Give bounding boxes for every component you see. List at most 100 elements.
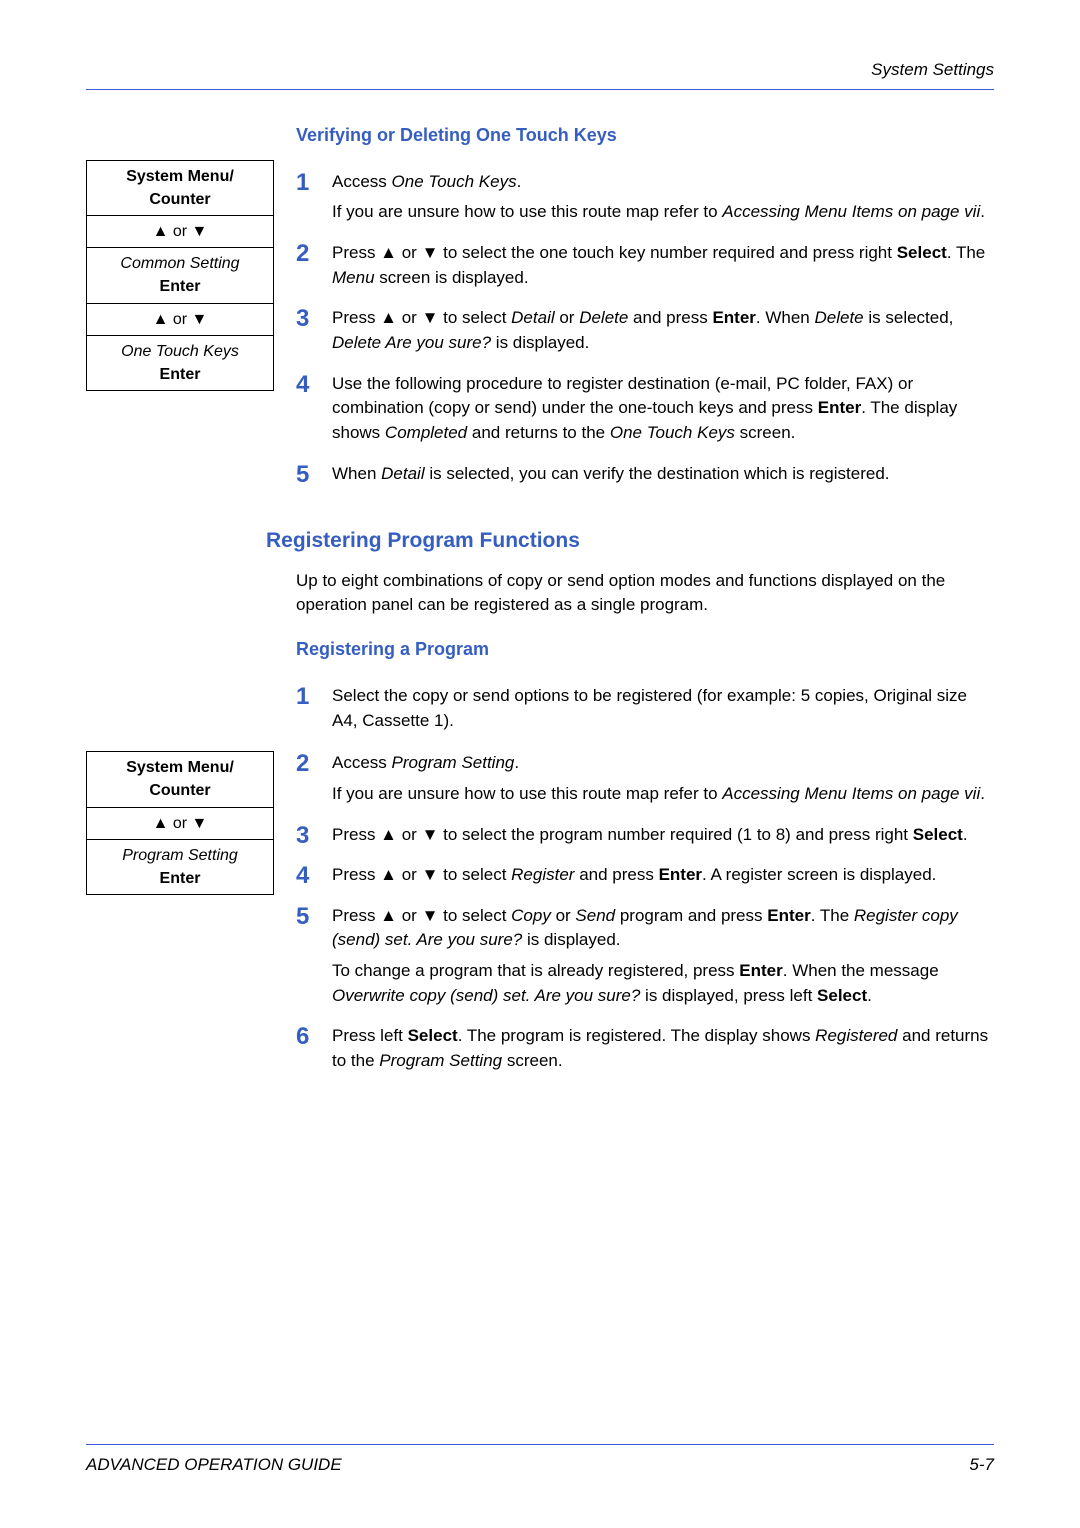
section2-row1: 1 Select the copy or send options to be … xyxy=(86,674,994,747)
routemap2-line1b: Counter xyxy=(149,782,210,799)
step-number: 2 xyxy=(296,241,314,267)
step-number: 6 xyxy=(296,1024,314,1050)
step-number: 3 xyxy=(296,306,314,332)
text: is selected, you can verify the destinat… xyxy=(425,464,890,483)
s2-step1: 1 Select the copy or send options to be … xyxy=(296,684,994,739)
text-italic: Overwrite copy (send) set. Are you sure? xyxy=(332,986,640,1005)
text-italic: One Touch Keys xyxy=(392,172,517,191)
text: . A register screen is displayed. xyxy=(702,865,936,884)
text: program and press xyxy=(615,906,767,925)
section2-intro: Up to eight combinations of copy or send… xyxy=(296,569,994,618)
text-italic: Menu xyxy=(332,268,375,287)
text: is selected, xyxy=(864,308,954,327)
section2-steps: 2 Access Program Setting. If you are uns… xyxy=(296,751,994,1087)
section2-subtitle: Registering a Program xyxy=(296,636,994,662)
text-italic: Delete xyxy=(579,308,628,327)
text-italic: Send xyxy=(575,906,615,925)
text-italic: Program Setting xyxy=(392,753,515,772)
text: and press xyxy=(628,308,712,327)
text-bold: Enter xyxy=(712,308,755,327)
text-bold: Select xyxy=(897,243,947,262)
routemap1-line1a: System Menu/ xyxy=(126,168,234,185)
step-number: 1 xyxy=(296,684,314,710)
s2-step6: 6 Press left Select. The program is regi… xyxy=(296,1024,994,1079)
s1-step1: 1 Access One Touch Keys. If you are unsu… xyxy=(296,170,994,231)
routemap-1: System Menu/ Counter ▲ or ▼ Common Setti… xyxy=(86,160,274,392)
text-italic: One Touch Keys xyxy=(610,423,735,442)
text-italic: Completed xyxy=(385,423,467,442)
page-footer: ADVANCED OPERATION GUIDE 5-7 xyxy=(86,1444,994,1478)
text-italic: Detail xyxy=(381,464,424,483)
s2-step5: 5 Press ▲ or ▼ to select Copy or Send pr… xyxy=(296,904,994,1015)
text: Press ▲ or ▼ to select xyxy=(332,906,511,925)
routemap2-line3b: Enter xyxy=(160,870,201,887)
step-number: 4 xyxy=(296,863,314,889)
text: . When the message xyxy=(783,961,939,980)
text: . xyxy=(517,172,522,191)
text: screen. xyxy=(735,423,795,442)
text: . xyxy=(980,784,985,803)
s1-step3: 3 Press ▲ or ▼ to select Detail or Delet… xyxy=(296,306,994,361)
routemap1-cell2: ▲ or ▼ xyxy=(87,215,273,247)
header-rule xyxy=(86,89,994,90)
routemap1-line1b: Counter xyxy=(149,191,210,208)
text: and press xyxy=(574,865,658,884)
text-italic: Accessing Menu Items on page vii xyxy=(722,202,980,221)
text: If you are unsure how to use this route … xyxy=(332,784,722,803)
text-bold: Enter xyxy=(739,961,782,980)
text: or xyxy=(551,906,576,925)
text-italic: Copy xyxy=(511,906,551,925)
text: . xyxy=(867,986,872,1005)
page-content: Verifying or Deleting One Touch Keys Sys… xyxy=(86,122,994,1088)
text: If you are unsure how to use this route … xyxy=(332,202,722,221)
routemap2-cell2: ▲ or ▼ xyxy=(87,807,273,839)
routemap1-cell5: One Touch Keys Enter xyxy=(87,335,273,390)
text: screen. xyxy=(502,1051,562,1070)
step-number: 3 xyxy=(296,823,314,849)
section1-row: System Menu/ Counter ▲ or ▼ Common Setti… xyxy=(86,160,994,500)
text: When xyxy=(332,464,381,483)
text-bold: Enter xyxy=(818,398,861,417)
text-bold: Enter xyxy=(659,865,702,884)
routemap-2: System Menu/ Counter ▲ or ▼ Program Sett… xyxy=(86,751,274,895)
section2-title: Registering Program Functions xyxy=(266,526,994,556)
text: Access xyxy=(332,753,392,772)
section1-title: Verifying or Deleting One Touch Keys xyxy=(296,122,994,148)
routemap1-line5b: Enter xyxy=(160,366,201,383)
routemap1-line3a: Common Setting xyxy=(120,255,239,272)
text: . xyxy=(514,753,519,772)
step-number: 1 xyxy=(296,170,314,196)
step-number: 2 xyxy=(296,751,314,777)
routemap2-line3a: Program Setting xyxy=(122,847,238,864)
text-bold: Select xyxy=(408,1026,458,1045)
routemap1-line3b: Enter xyxy=(160,278,201,295)
text: screen is displayed. xyxy=(375,268,529,287)
s1-step5: 5 When Detail is selected, you can verif… xyxy=(296,462,994,493)
footer-left: ADVANCED OPERATION GUIDE xyxy=(86,1453,342,1478)
text-italic: Registered xyxy=(815,1026,897,1045)
text: Press left xyxy=(332,1026,408,1045)
text: Press ▲ or ▼ to select the program numbe… xyxy=(332,825,913,844)
text: . The xyxy=(811,906,854,925)
text: is displayed. xyxy=(522,930,620,949)
step-number: 4 xyxy=(296,372,314,398)
text: . xyxy=(963,825,968,844)
text-italic: Program Setting xyxy=(379,1051,502,1070)
s2-step4: 4 Press ▲ or ▼ to select Register and pr… xyxy=(296,863,994,894)
text: To change a program that is already regi… xyxy=(332,961,739,980)
routemap1-cell4: ▲ or ▼ xyxy=(87,303,273,335)
text-italic: Delete xyxy=(815,308,864,327)
text: . The xyxy=(947,243,985,262)
text: Press ▲ or ▼ to select the one touch key… xyxy=(332,243,897,262)
running-head: System Settings xyxy=(86,58,994,83)
step-number: 5 xyxy=(296,462,314,488)
routemap1-cell3: Common Setting Enter xyxy=(87,247,273,302)
text-bold: Select xyxy=(913,825,963,844)
text: Press ▲ or ▼ to select xyxy=(332,308,511,327)
text-italic: Register xyxy=(511,865,574,884)
text-italic: Delete Are you sure? xyxy=(332,333,491,352)
text-italic: Detail xyxy=(511,308,554,327)
routemap1-line5a: One Touch Keys xyxy=(121,343,239,360)
routemap2-cell1: System Menu/ Counter xyxy=(87,752,273,806)
s2-step2: 2 Access Program Setting. If you are uns… xyxy=(296,751,994,812)
